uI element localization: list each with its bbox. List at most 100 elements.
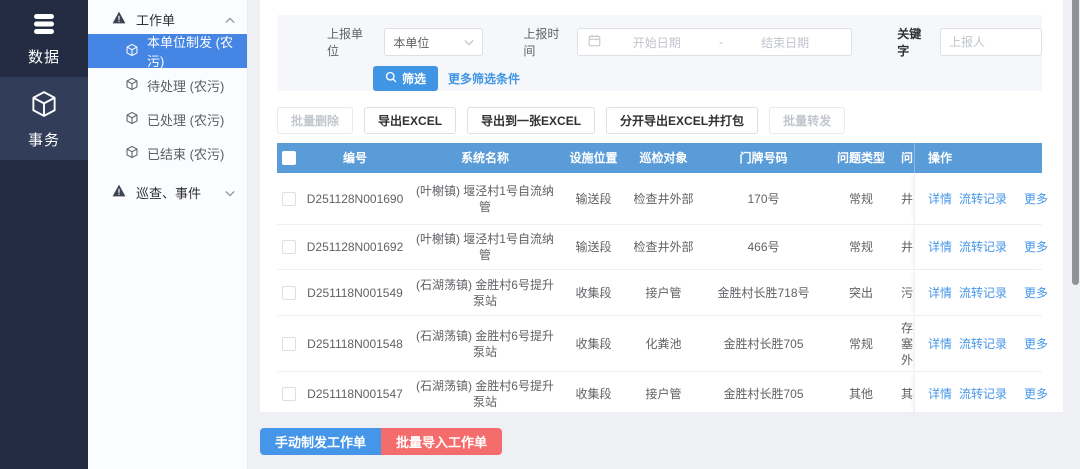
cell-target: 检查井外部 bbox=[626, 233, 701, 261]
cube-outline-icon bbox=[125, 43, 139, 60]
cell-door: 金胜村长胜718号 bbox=[701, 279, 826, 307]
vertical-scrollbar[interactable] bbox=[1072, 0, 1079, 285]
keyword-label: 关键字 bbox=[897, 25, 932, 59]
secondary-sidebar: 工作单 本单位制发 (农污) 待处理 (农污) 已处理 (农污) bbox=[88, 0, 248, 469]
footer-actions: 手动制发工作单 批量导入工作单 bbox=[260, 428, 1063, 455]
more-link[interactable]: 更多 bbox=[1024, 336, 1048, 352]
batch-import-workorder-button[interactable]: 批量导入工作单 bbox=[381, 428, 502, 455]
cell-type: 常规 bbox=[826, 185, 896, 213]
cell-id: D251128N001692 bbox=[301, 233, 409, 261]
table-toolbar: 批量删除 导出EXCEL 导出到一张EXCEL 分开导出EXCEL并打包 批量转… bbox=[277, 107, 1063, 134]
more-link[interactable]: 更多 bbox=[1024, 239, 1048, 255]
cell-door: 金胜村长胜705 bbox=[701, 380, 826, 408]
sidebar-item-data-label: 数据 bbox=[28, 46, 60, 67]
cell-location: 收集段 bbox=[561, 380, 626, 408]
detail-link[interactable]: 详情 bbox=[928, 239, 952, 255]
table-row: D251128N001690 (叶榭镇) 堰泾村1号自流纳管 输送段 检查井外部… bbox=[277, 173, 1042, 225]
cell-location: 输送段 bbox=[561, 185, 626, 213]
flow-record-link[interactable]: 流转记录 bbox=[959, 386, 1007, 402]
export-split-zip-button[interactable]: 分开导出EXCEL并打包 bbox=[606, 107, 758, 134]
row-checkbox[interactable] bbox=[282, 192, 296, 206]
search-icon bbox=[385, 71, 397, 86]
more-link[interactable]: 更多 bbox=[1024, 386, 1048, 402]
more-link[interactable]: 更多 bbox=[1024, 191, 1048, 207]
cell-type: 突出 bbox=[826, 279, 896, 307]
sidebar-item-affairs-label: 事务 bbox=[28, 129, 60, 150]
select-all-checkbox[interactable] bbox=[282, 151, 296, 165]
row-checkbox[interactable] bbox=[282, 240, 296, 254]
cell-id: D251128N001690 bbox=[301, 185, 409, 213]
cell-door: 金胜村长胜705 bbox=[701, 330, 826, 358]
cell-id: D251118N001547 bbox=[301, 380, 409, 408]
report-unit-select[interactable]: 本单位 bbox=[384, 28, 483, 56]
detail-link[interactable]: 详情 bbox=[928, 285, 952, 301]
cell-desc: 井 bbox=[896, 185, 914, 213]
cell-desc: 污 bbox=[896, 279, 914, 307]
cell-id: D251118N001549 bbox=[301, 279, 409, 307]
cell-location: 输送段 bbox=[561, 233, 626, 261]
cell-location: 收集段 bbox=[561, 330, 626, 358]
content-card: 上报单位 本单位 上报时间 开始日期 - 结束日期 bbox=[260, 0, 1063, 412]
chevron-down-icon bbox=[225, 185, 235, 200]
menu-item-unit-issued[interactable]: 本单位制发 (农污) bbox=[88, 34, 247, 68]
flow-record-link[interactable]: 流转记录 bbox=[959, 239, 1007, 255]
chevron-up-icon bbox=[225, 12, 235, 27]
report-time-range-picker[interactable]: 开始日期 - 结束日期 bbox=[577, 28, 853, 56]
row-checkbox[interactable] bbox=[282, 337, 296, 351]
warning-triangle-icon bbox=[112, 184, 126, 200]
cell-target: 检查井外部 bbox=[626, 185, 701, 213]
menu-group-patrol-label: 巡查、事件 bbox=[136, 183, 225, 202]
flow-record-link[interactable]: 流转记录 bbox=[959, 285, 1007, 301]
flow-record-link[interactable]: 流转记录 bbox=[959, 336, 1007, 352]
cell-target: 化粪池 bbox=[626, 330, 701, 358]
cube-outline-icon bbox=[125, 77, 139, 94]
manual-create-workorder-button[interactable]: 手动制发工作单 bbox=[260, 428, 381, 455]
detail-link[interactable]: 详情 bbox=[928, 386, 952, 402]
row-checkbox[interactable] bbox=[282, 387, 296, 401]
batch-delete-button[interactable]: 批量删除 bbox=[277, 107, 353, 134]
sidebar-item-data[interactable]: 数据 bbox=[0, 0, 88, 77]
primary-sidebar: 数据 事务 bbox=[0, 0, 88, 469]
more-filters-link[interactable]: 更多筛选条件 bbox=[448, 70, 520, 87]
end-date-placeholder: 结束日期 bbox=[729, 34, 841, 51]
cell-system: (石湖荡镇) 金胜村6号提升泵站 bbox=[409, 322, 561, 366]
database-icon bbox=[30, 12, 58, 39]
header-actions: 操作 bbox=[914, 143, 1042, 173]
table-header-row: 编号 系统名称 设施位置 巡检对象 门牌号码 问题类型 问 操作 bbox=[277, 143, 1042, 173]
menu-item-unit-issued-label: 本单位制发 (农污) bbox=[147, 32, 247, 70]
filter-button[interactable]: 筛选 bbox=[373, 66, 438, 91]
batch-forward-button[interactable]: 批量转发 bbox=[769, 107, 845, 134]
detail-link[interactable]: 详情 bbox=[928, 336, 952, 352]
cell-type: 其他 bbox=[826, 380, 896, 408]
export-excel-button[interactable]: 导出EXCEL bbox=[364, 107, 456, 134]
cell-desc: 其 bbox=[896, 380, 914, 408]
menu-group-patrol[interactable]: 巡查、事件 bbox=[88, 177, 247, 207]
filter-button-label: 筛选 bbox=[402, 70, 426, 87]
menu-item-processed-label: 已处理 (农污) bbox=[147, 110, 224, 129]
menu-item-finished[interactable]: 已结束 (农污) bbox=[88, 136, 247, 170]
header-id: 编号 bbox=[301, 144, 409, 172]
cell-system: (叶榭镇) 堰泾村1号自流纳管 bbox=[409, 225, 561, 269]
report-unit-value: 本单位 bbox=[393, 34, 464, 51]
main-content: 上报单位 本单位 上报时间 开始日期 - 结束日期 bbox=[248, 0, 1080, 469]
app-window: 数据 事务 工作单 本单位制发 (农污) bbox=[0, 0, 1080, 469]
sidebar-item-affairs[interactable]: 事务 bbox=[0, 77, 88, 160]
header-location: 设施位置 bbox=[561, 144, 626, 172]
header-desc: 问 bbox=[896, 144, 914, 172]
menu-item-processed[interactable]: 已处理 (农污) bbox=[88, 102, 247, 136]
cell-location: 收集段 bbox=[561, 279, 626, 307]
menu-item-pending[interactable]: 待处理 (农污) bbox=[88, 68, 247, 102]
more-link[interactable]: 更多 bbox=[1024, 285, 1048, 301]
cell-target: 接户管 bbox=[626, 279, 701, 307]
header-type: 问题类型 bbox=[826, 144, 896, 172]
header-target: 巡检对象 bbox=[626, 144, 701, 172]
cell-desc: 存塞外 bbox=[896, 314, 914, 374]
row-checkbox[interactable] bbox=[282, 286, 296, 300]
report-time-label: 上报时间 bbox=[523, 25, 569, 59]
flow-record-link[interactable]: 流转记录 bbox=[959, 191, 1007, 207]
keyword-input[interactable] bbox=[940, 28, 1042, 56]
detail-link[interactable]: 详情 bbox=[928, 191, 952, 207]
table-row: D251118N001547 (石湖荡镇) 金胜村6号提升泵站 收集段 接户管 … bbox=[277, 372, 1042, 412]
export-single-excel-button[interactable]: 导出到一张EXCEL bbox=[467, 107, 595, 134]
menu-group-workorder[interactable]: 工作单 bbox=[88, 4, 247, 34]
